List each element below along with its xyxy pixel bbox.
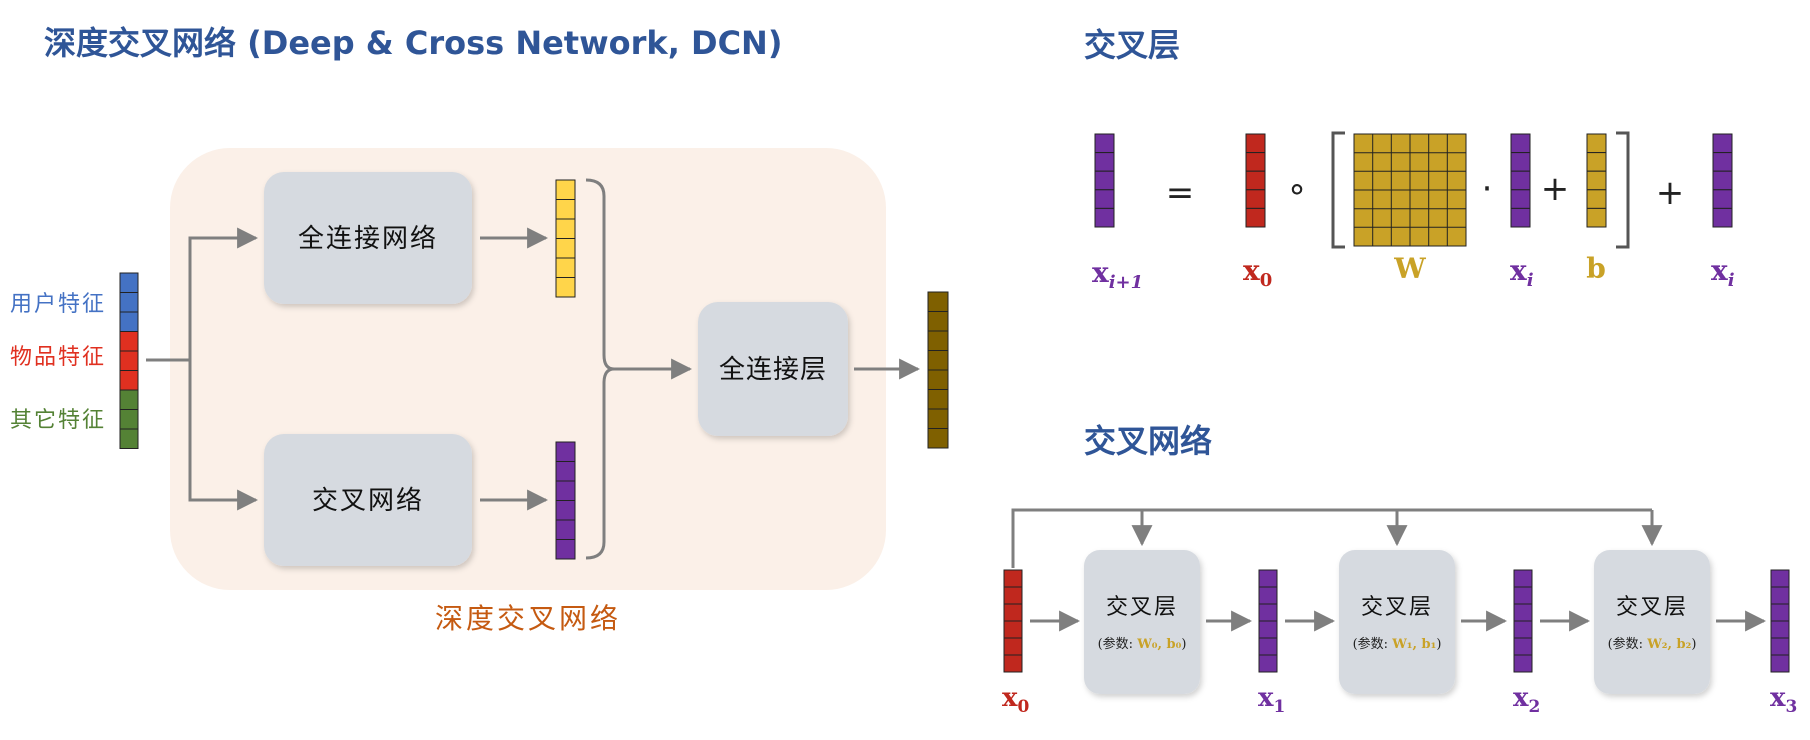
net-label-x3: x3 bbox=[1770, 683, 1797, 717]
user-feature-label: 用户特征 bbox=[10, 292, 106, 317]
cross-layer-param-2: (参数: W₂, b₂) bbox=[1608, 636, 1697, 652]
net-label-x0: x0 bbox=[1002, 683, 1030, 717]
fc-layer-label: 全连接层 bbox=[719, 355, 827, 385]
right-bracket bbox=[1616, 131, 1630, 249]
dcn-region-label: 深度交叉网络 bbox=[435, 602, 621, 635]
label-x-i-plus-1: xi+1 bbox=[1092, 256, 1143, 293]
weight-matrix-w bbox=[1353, 133, 1467, 247]
cross-layer-param-1: (参数: W₁, b₁) bbox=[1353, 636, 1442, 652]
label-x-i-residual: xi bbox=[1711, 254, 1735, 291]
label-x-i: xi bbox=[1510, 254, 1534, 291]
dcn-diagram: 深度交叉网络 (Deep & Cross Network, DCN) 交叉层 交… bbox=[10, 24, 1797, 717]
hadamard-op: ∘ bbox=[1286, 169, 1307, 209]
fc-output-vector bbox=[555, 179, 576, 298]
cross-network-label: 交叉网络 bbox=[312, 486, 424, 516]
vec-x0 bbox=[1245, 133, 1266, 228]
cross-layer-param-0: (参数: W₀, b₀) bbox=[1098, 636, 1187, 652]
net-vec-x1 bbox=[1258, 569, 1278, 673]
plus-op-2: + bbox=[1656, 173, 1685, 213]
label-w: W bbox=[1393, 252, 1426, 285]
net-vec-x2 bbox=[1513, 569, 1533, 673]
final-output-vector bbox=[927, 291, 949, 449]
cross-layer-title: 交叉层 bbox=[1084, 26, 1180, 64]
bias-vector-b bbox=[1586, 133, 1607, 228]
cross-layer-box-0 bbox=[1084, 550, 1200, 694]
cross-layer-label-1: 交叉层 bbox=[1361, 595, 1433, 620]
label-x0: x0 bbox=[1243, 254, 1272, 291]
cross-layer-label-2: 交叉层 bbox=[1616, 595, 1688, 620]
plus-op-1: + bbox=[1541, 169, 1570, 209]
fc-network-label: 全连接网络 bbox=[298, 224, 438, 254]
cross-network-title: 交叉网络 bbox=[1084, 422, 1212, 460]
cross-layer-label-0: 交叉层 bbox=[1106, 595, 1178, 620]
net-vec-x3 bbox=[1770, 569, 1790, 673]
net-label-x1: x1 bbox=[1258, 683, 1285, 717]
vec-x-i bbox=[1510, 133, 1531, 228]
equals-sign: = bbox=[1166, 173, 1195, 213]
main-title: 深度交叉网络 (Deep & Cross Network, DCN) bbox=[44, 24, 782, 62]
item-feature-label: 物品特征 bbox=[10, 345, 106, 370]
other-feature-label: 其它特征 bbox=[10, 408, 106, 433]
input-feature-vector bbox=[119, 272, 139, 449]
vec-x-i-plus-1 bbox=[1094, 133, 1115, 228]
vec-x-i-residual bbox=[1712, 133, 1733, 228]
cross-output-vector bbox=[555, 441, 576, 560]
cross-layer-box-2 bbox=[1594, 550, 1710, 694]
label-b: b bbox=[1586, 252, 1606, 285]
cross-layer-box-1 bbox=[1339, 550, 1455, 694]
left-bracket bbox=[1331, 131, 1345, 249]
dot-op: · bbox=[1482, 169, 1493, 209]
net-vec-x0 bbox=[1003, 569, 1023, 673]
net-label-x2: x2 bbox=[1513, 683, 1540, 717]
